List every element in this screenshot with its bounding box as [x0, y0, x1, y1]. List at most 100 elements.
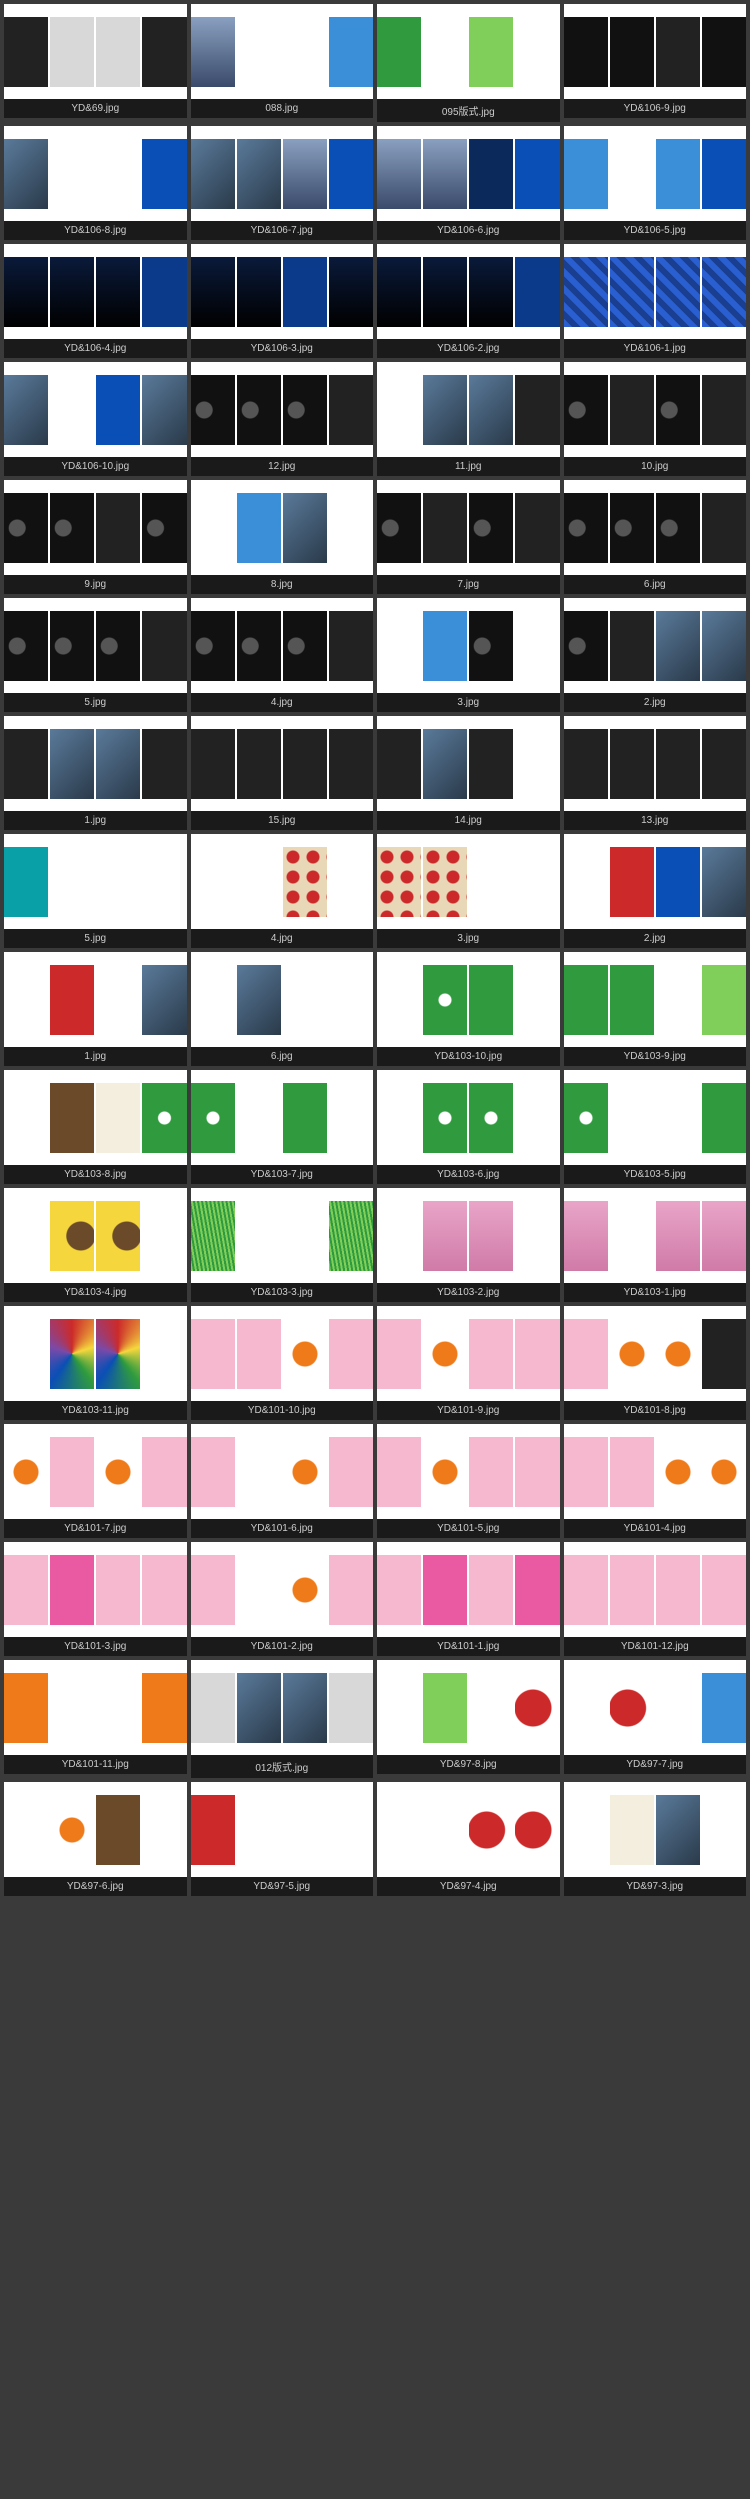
thumbnail-cell[interactable]: YD&101-10.jpg — [191, 1306, 374, 1420]
thumbnail-cell[interactable]: 2.jpg — [564, 834, 747, 948]
thumbnail-image[interactable] — [377, 1188, 560, 1283]
thumbnail-image[interactable] — [377, 1306, 560, 1401]
thumbnail-cell[interactable]: 5.jpg — [4, 834, 187, 948]
thumbnail-image[interactable] — [4, 716, 187, 811]
thumbnail-image[interactable] — [4, 1188, 187, 1283]
thumbnail-cell[interactable]: YD&101-2.jpg — [191, 1542, 374, 1656]
thumbnail-image[interactable] — [377, 480, 560, 575]
thumbnail-cell[interactable]: 3.jpg — [377, 834, 560, 948]
thumbnail-image[interactable] — [191, 1424, 374, 1519]
thumbnail-cell[interactable]: 5.jpg — [4, 598, 187, 712]
thumbnail-image[interactable] — [564, 362, 747, 457]
thumbnail-cell[interactable]: YD&106-2.jpg — [377, 244, 560, 358]
thumbnail-cell[interactable]: YD&101-9.jpg — [377, 1306, 560, 1420]
thumbnail-image[interactable] — [191, 1542, 374, 1637]
thumbnail-image[interactable] — [191, 952, 374, 1047]
thumbnail-image[interactable] — [191, 716, 374, 811]
thumbnail-image[interactable] — [377, 4, 560, 99]
thumbnail-image[interactable] — [4, 480, 187, 575]
thumbnail-cell[interactable]: 4.jpg — [191, 598, 374, 712]
thumbnail-cell[interactable]: YD&97-4.jpg — [377, 1782, 560, 1896]
thumbnail-image[interactable] — [191, 244, 374, 339]
thumbnail-cell[interactable]: 088.jpg — [191, 4, 374, 122]
thumbnail-cell[interactable]: YD&103-3.jpg — [191, 1188, 374, 1302]
thumbnail-cell[interactable]: 1.jpg — [4, 952, 187, 1066]
thumbnail-cell[interactable]: 10.jpg — [564, 362, 747, 476]
thumbnail-image[interactable] — [191, 1660, 374, 1755]
thumbnail-cell[interactable]: YD&103-9.jpg — [564, 952, 747, 1066]
thumbnail-cell[interactable]: YD&106-9.jpg — [564, 4, 747, 122]
thumbnail-image[interactable] — [377, 1660, 560, 1755]
thumbnail-cell[interactable]: YD&101-8.jpg — [564, 1306, 747, 1420]
thumbnail-image[interactable] — [377, 126, 560, 221]
thumbnail-cell[interactable]: 095版式.jpg — [377, 4, 560, 122]
thumbnail-image[interactable] — [191, 4, 374, 99]
thumbnail-cell[interactable]: YD&103-4.jpg — [4, 1188, 187, 1302]
thumbnail-cell[interactable]: YD&97-6.jpg — [4, 1782, 187, 1896]
thumbnail-cell[interactable]: YD&103-10.jpg — [377, 952, 560, 1066]
thumbnail-image[interactable] — [564, 952, 747, 1047]
thumbnail-cell[interactable]: 2.jpg — [564, 598, 747, 712]
thumbnail-cell[interactable]: YD&97-3.jpg — [564, 1782, 747, 1896]
thumbnail-cell[interactable]: YD&103-1.jpg — [564, 1188, 747, 1302]
thumbnail-cell[interactable]: YD&69.jpg — [4, 4, 187, 122]
thumbnail-cell[interactable]: 1.jpg — [4, 716, 187, 830]
thumbnail-image[interactable] — [4, 244, 187, 339]
thumbnail-cell[interactable]: YD&101-6.jpg — [191, 1424, 374, 1538]
thumbnail-cell[interactable]: YD&97-7.jpg — [564, 1660, 747, 1778]
thumbnail-image[interactable] — [377, 362, 560, 457]
thumbnail-image[interactable] — [4, 1424, 187, 1519]
thumbnail-image[interactable] — [377, 598, 560, 693]
thumbnail-image[interactable] — [191, 1070, 374, 1165]
thumbnail-cell[interactable]: YD&106-10.jpg — [4, 362, 187, 476]
thumbnail-cell[interactable]: 4.jpg — [191, 834, 374, 948]
thumbnail-image[interactable] — [191, 1782, 374, 1877]
thumbnail-cell[interactable]: 012版式.jpg — [191, 1660, 374, 1778]
thumbnail-image[interactable] — [191, 1306, 374, 1401]
thumbnail-image[interactable] — [191, 480, 374, 575]
thumbnail-cell[interactable]: 13.jpg — [564, 716, 747, 830]
thumbnail-cell[interactable]: 6.jpg — [564, 480, 747, 594]
thumbnail-image[interactable] — [377, 1542, 560, 1637]
thumbnail-image[interactable] — [191, 126, 374, 221]
thumbnail-cell[interactable]: YD&106-8.jpg — [4, 126, 187, 240]
thumbnail-image[interactable] — [377, 244, 560, 339]
thumbnail-image[interactable] — [564, 1542, 747, 1637]
thumbnail-cell[interactable]: YD&103-5.jpg — [564, 1070, 747, 1184]
thumbnail-cell[interactable]: YD&103-6.jpg — [377, 1070, 560, 1184]
thumbnail-image[interactable] — [191, 598, 374, 693]
thumbnail-cell[interactable]: 14.jpg — [377, 716, 560, 830]
thumbnail-image[interactable] — [564, 716, 747, 811]
thumbnail-cell[interactable]: 6.jpg — [191, 952, 374, 1066]
thumbnail-cell[interactable]: YD&106-6.jpg — [377, 126, 560, 240]
thumbnail-image[interactable] — [191, 834, 374, 929]
thumbnail-cell[interactable]: 9.jpg — [4, 480, 187, 594]
thumbnail-cell[interactable]: 11.jpg — [377, 362, 560, 476]
thumbnail-image[interactable] — [564, 1660, 747, 1755]
thumbnail-image[interactable] — [564, 1424, 747, 1519]
thumbnail-image[interactable] — [377, 1782, 560, 1877]
thumbnail-image[interactable] — [377, 952, 560, 1047]
thumbnail-image[interactable] — [4, 1306, 187, 1401]
thumbnail-image[interactable] — [564, 1070, 747, 1165]
thumbnail-cell[interactable]: YD&101-5.jpg — [377, 1424, 560, 1538]
thumbnail-cell[interactable]: YD&106-3.jpg — [191, 244, 374, 358]
thumbnail-image[interactable] — [191, 1188, 374, 1283]
thumbnail-cell[interactable]: 15.jpg — [191, 716, 374, 830]
thumbnail-image[interactable] — [377, 1424, 560, 1519]
thumbnail-image[interactable] — [4, 1660, 187, 1755]
thumbnail-image[interactable] — [564, 4, 747, 99]
thumbnail-image[interactable] — [191, 362, 374, 457]
thumbnail-image[interactable] — [4, 598, 187, 693]
thumbnail-image[interactable] — [564, 244, 747, 339]
thumbnail-cell[interactable]: YD&103-8.jpg — [4, 1070, 187, 1184]
thumbnail-image[interactable] — [564, 1782, 747, 1877]
thumbnail-cell[interactable]: YD&103-11.jpg — [4, 1306, 187, 1420]
thumbnail-cell[interactable]: YD&103-7.jpg — [191, 1070, 374, 1184]
thumbnail-cell[interactable]: 3.jpg — [377, 598, 560, 712]
thumbnail-cell[interactable]: YD&106-1.jpg — [564, 244, 747, 358]
thumbnail-image[interactable] — [4, 1782, 187, 1877]
thumbnail-image[interactable] — [377, 716, 560, 811]
thumbnail-image[interactable] — [4, 1542, 187, 1637]
thumbnail-cell[interactable]: 7.jpg — [377, 480, 560, 594]
